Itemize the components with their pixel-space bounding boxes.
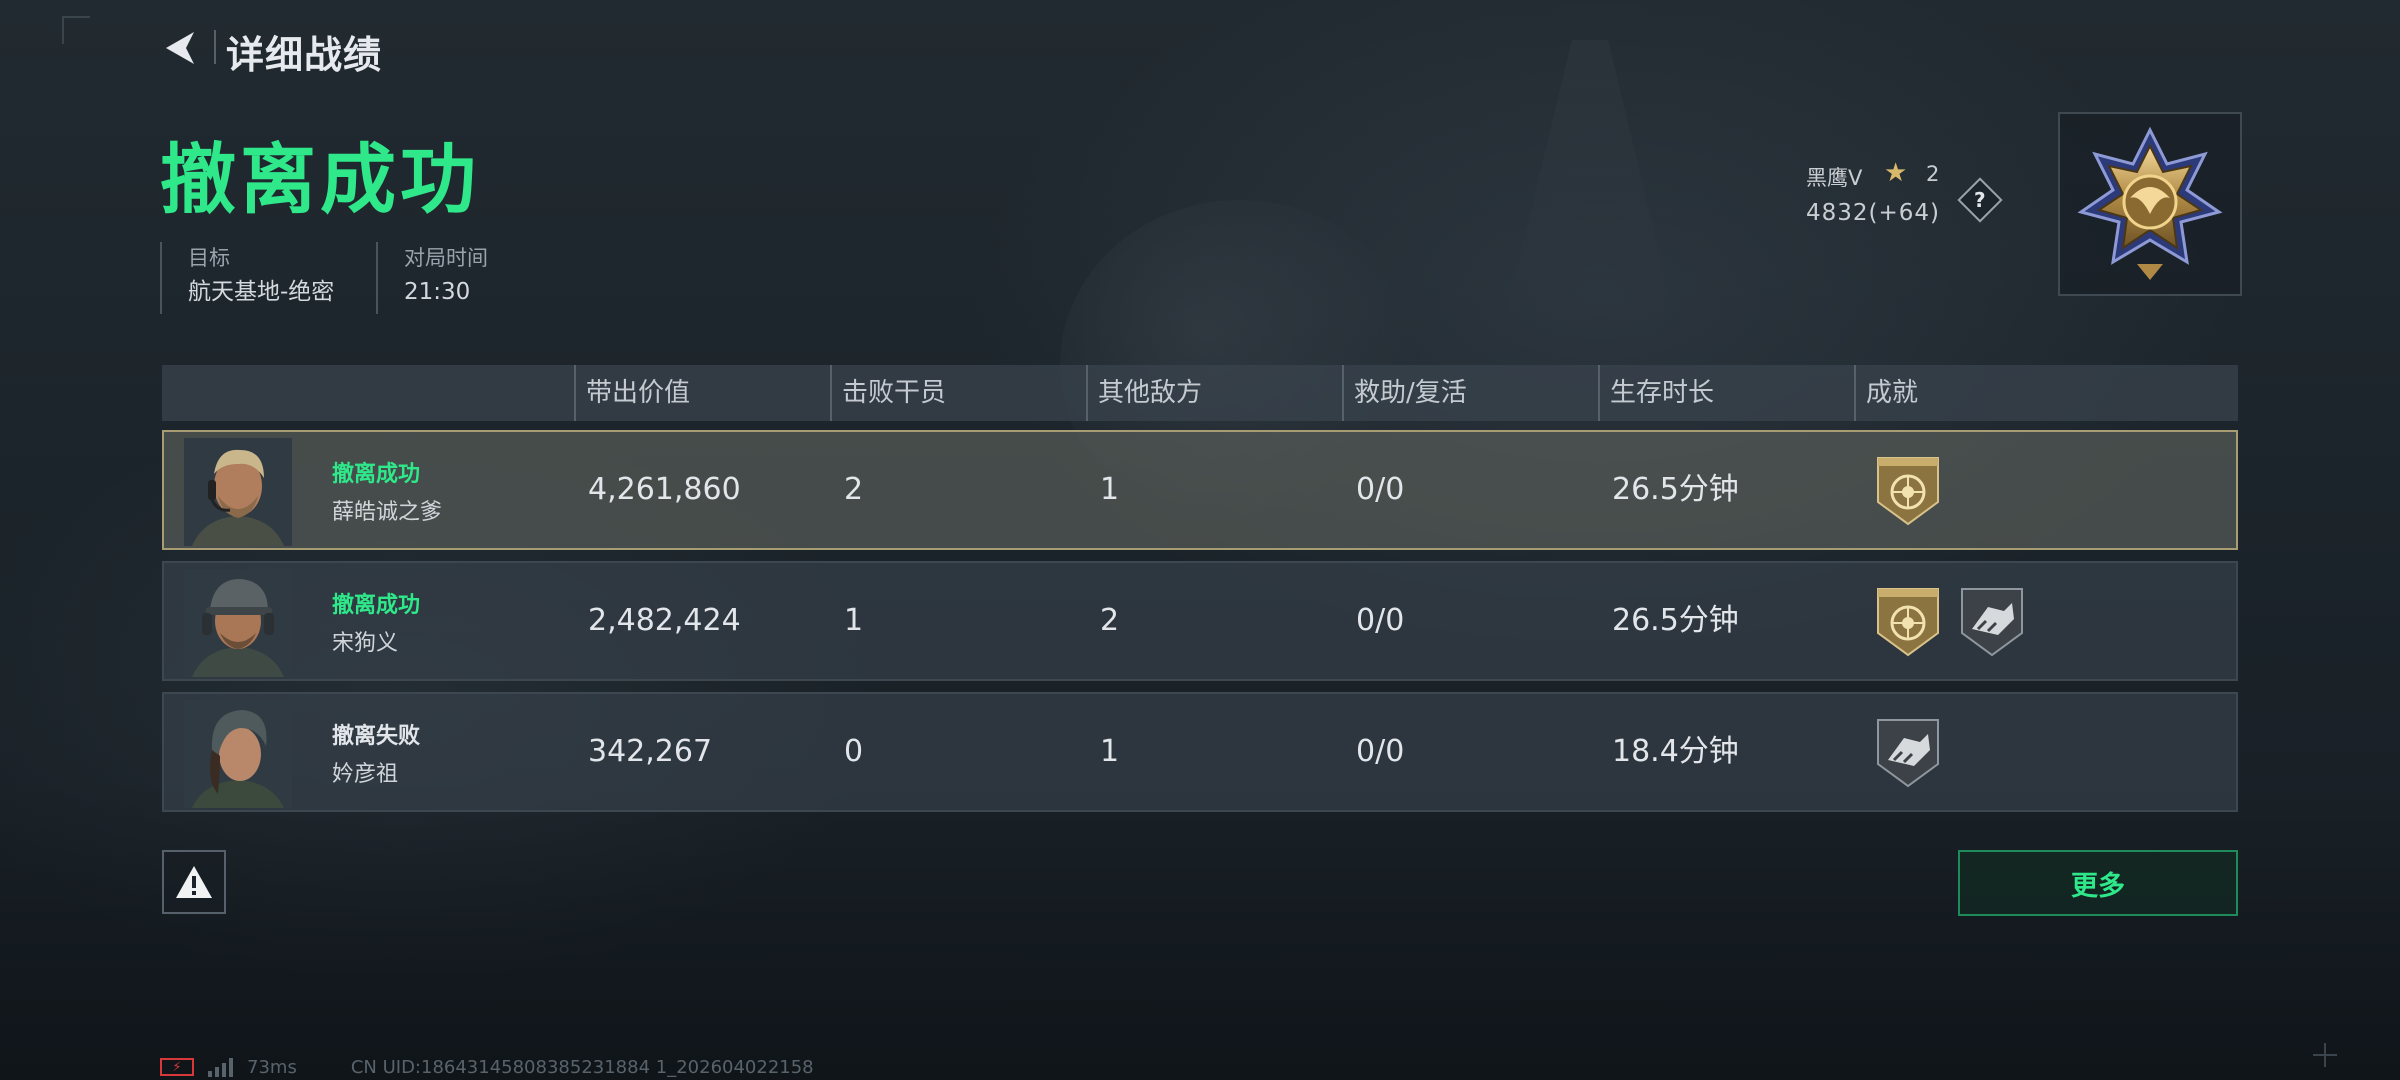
gold-shield-badge-icon[interactable] — [1874, 454, 1942, 526]
warning-icon — [176, 866, 212, 898]
star-icon: ★ — [1884, 158, 1908, 188]
help-icon: ? — [1974, 187, 1986, 212]
column-header-survival: 生存时长 — [1598, 365, 1714, 421]
column-header-assist-revive: 救助/复活 — [1342, 365, 1467, 421]
target-value: 航天基地-绝密 — [188, 279, 335, 305]
player-name: 宋狗义 — [332, 631, 399, 656]
avatar — [184, 700, 292, 808]
extraction-result-title: 撤离成功 — [160, 135, 480, 224]
player-name: 薛皓诚之爹 — [332, 500, 443, 525]
survival-time: 18.4分钟 — [1612, 734, 1739, 769]
grey-cargo-badge-icon[interactable] — [1958, 585, 2026, 657]
match-time-value: 21:30 — [404, 279, 471, 305]
survival-time: 26.5分钟 — [1612, 603, 1739, 638]
signal-strength-icon — [208, 1057, 233, 1077]
results-screen: 详细战绩 撤离成功 目标 航天基地-绝密 对局时间 21:30 黑鹰V ★ 2 … — [0, 0, 2400, 1080]
match-time-label: 对局时间 — [404, 246, 488, 270]
match-time-info: 对局时间 21:30 — [376, 242, 488, 314]
report-button[interactable] — [162, 850, 226, 914]
other-enemy-kills: 2 — [1100, 603, 1120, 638]
rank-medal[interactable] — [2058, 112, 2242, 296]
column-header-achievements: 成就 — [1854, 365, 1918, 421]
target-label: 目标 — [188, 246, 230, 270]
operator-kills: 1 — [844, 603, 864, 638]
rank-score: 4832(+64) — [1806, 200, 1941, 226]
extraction-status: 撤离失败 — [332, 724, 421, 749]
assist-revive-count: 0/0 — [1356, 472, 1405, 507]
rank-name: 黑鹰V — [1806, 166, 1863, 190]
uid-text: CN UID:18643145808385231884 1_2026040221… — [350, 1056, 814, 1078]
gold-shield-badge-icon[interactable] — [1874, 585, 1942, 657]
column-header-other-enemies: 其他敌方 — [1086, 365, 1202, 421]
assist-revive-count: 0/0 — [1356, 603, 1405, 638]
player-name: 妗彦祖 — [332, 762, 399, 787]
latency-text: 73ms — [247, 1056, 297, 1078]
grey-cargo-badge-icon[interactable] — [1874, 716, 1942, 788]
battery-charging-icon: ⚡ — [160, 1058, 194, 1076]
survival-time: 26.5分钟 — [1612, 472, 1739, 507]
back-arrow-icon — [166, 32, 194, 64]
extracted-value: 2,482,424 — [588, 603, 741, 638]
rank-help-button[interactable]: ? — [1957, 177, 2003, 223]
extracted-value: 342,267 — [588, 734, 713, 769]
table-row[interactable]: 撤离失败 妗彦祖 342,267 0 1 0/0 18.4分钟 — [162, 692, 2238, 812]
other-enemy-kills: 1 — [1100, 472, 1120, 507]
rank-level: 2 — [1926, 162, 1940, 186]
page-title: 详细战绩 — [226, 33, 383, 77]
background-ground — [0, 780, 2400, 1080]
table-row[interactable]: 撤离成功 薛皓诚之爹 4,261,860 2 1 0/0 26.5分钟 — [162, 430, 2238, 550]
assist-revive-count: 0/0 — [1356, 734, 1405, 769]
table-row[interactable]: 撤离成功 宋狗义 2,482,424 1 2 0/0 26.5分钟 — [162, 561, 2238, 681]
status-bar: ⚡ 73ms CN UID:18643145808385231884 1_202… — [160, 1056, 814, 1078]
other-enemy-kills: 1 — [1100, 734, 1120, 769]
extraction-status: 撤离成功 — [332, 593, 421, 618]
avatar — [184, 438, 292, 546]
operator-kills: 2 — [844, 472, 864, 507]
avatar — [184, 569, 292, 677]
column-header-value: 带出价值 — [574, 365, 690, 421]
column-header-kills: 击败干员 — [830, 365, 946, 421]
background-tower — [1500, 40, 1680, 340]
corner-mark-bottom-right — [2310, 1040, 2340, 1070]
operator-kills: 0 — [844, 734, 864, 769]
rank-medal-icon — [2077, 126, 2223, 280]
stats-table-header: 带出价值 击败干员 其他敌方 救助/复活 生存时长 成就 — [162, 365, 2238, 421]
extraction-status: 撤离成功 — [332, 462, 421, 487]
header-divider — [214, 30, 216, 64]
corner-mark-top-left — [62, 16, 90, 44]
back-button[interactable] — [158, 26, 202, 70]
more-button[interactable]: 更多 — [1958, 850, 2238, 916]
target-info: 目标 航天基地-绝密 — [160, 242, 334, 314]
extracted-value: 4,261,860 — [588, 472, 741, 507]
